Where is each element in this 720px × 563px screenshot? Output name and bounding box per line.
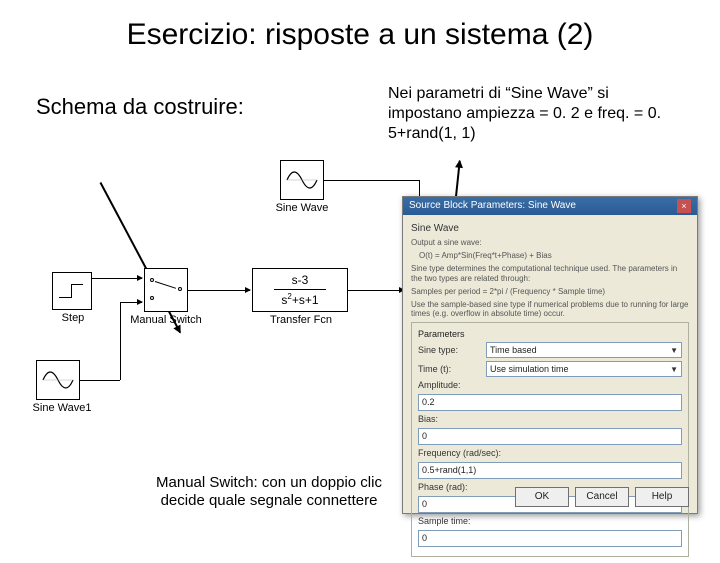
block-step[interactable] [52, 272, 92, 310]
slide-title: Esercizio: risposte a un sistema (2) [0, 18, 720, 52]
wire [188, 290, 250, 291]
schema-subtitle: Schema da costruire: [36, 94, 244, 120]
cancel-button[interactable]: Cancel [575, 487, 629, 507]
dialog-titlebar[interactable]: Source Block Parameters: Sine Wave × [403, 197, 697, 215]
block-transfer-fcn[interactable]: s-3 s2+s+1 [252, 268, 348, 312]
dialog-formula: O(t) = Amp*Sin(Freq*t+Phase) + Bias [419, 251, 689, 260]
step-icon [59, 280, 85, 302]
chevron-down-icon: ▼ [670, 365, 678, 374]
field-input-amplitude[interactable]: 0.2 [418, 394, 682, 411]
block-sine-wave-1-label: Sine Wave1 [30, 402, 94, 414]
sine-wave-parameters-dialog[interactable]: Source Block Parameters: Sine Wave × Sin… [402, 196, 698, 514]
wire [324, 180, 420, 181]
dialog-desc-5: Use the sample-based sine type if numeri… [411, 300, 689, 318]
block-manual-switch-label: Manual Switch [128, 314, 204, 326]
wire [92, 278, 142, 279]
tf-denominator: s2+s+1 [281, 292, 318, 307]
dialog-heading: Sine Wave [411, 223, 689, 234]
help-button[interactable]: Help [635, 487, 689, 507]
chevron-down-icon: ▼ [670, 346, 678, 355]
note-sine-params: Nei parametri di “Sine Wave” si impostan… [388, 84, 678, 144]
dialog-desc-3: Samples per period = 2*pi / (Frequency *… [411, 287, 689, 296]
block-step-label: Step [56, 312, 90, 324]
field-label-bias: Bias: [418, 414, 682, 424]
field-label-time: Time (t): [418, 364, 482, 374]
dialog-body: Sine Wave Output a sine wave: O(t) = Amp… [403, 215, 697, 563]
wire [120, 302, 142, 303]
note-manual-switch: Manual Switch: con un doppio clic decide… [134, 474, 404, 510]
manual-switch-icon [148, 272, 184, 308]
ok-button[interactable]: OK [515, 487, 569, 507]
field-label-sample: Sample time: [418, 516, 682, 526]
field-input-frequency[interactable]: 0.5+rand(1,1) [418, 462, 682, 479]
dialog-desc-output: Output a sine wave: [411, 238, 689, 247]
dialog-title-text: Source Block Parameters: Sine Wave [409, 197, 576, 215]
sine-icon [286, 168, 318, 192]
field-label-sinetype: Sine type: [418, 345, 482, 355]
dialog-button-row: OK Cancel Help [411, 487, 689, 507]
field-label-amplitude: Amplitude: [418, 380, 682, 390]
wire [120, 302, 121, 380]
field-select-sinetype[interactable]: Time based▼ [486, 342, 682, 358]
field-input-sample[interactable]: 0 [418, 530, 682, 547]
tf-fraction-bar [274, 289, 326, 290]
wire [80, 380, 120, 381]
close-icon[interactable]: × [677, 199, 691, 213]
block-sine-wave-label: Sine Wave [262, 202, 342, 214]
dialog-desc-2: Sine type determines the computational t… [411, 264, 689, 282]
dialog-group-label: Parameters [418, 329, 682, 339]
tf-numerator: s-3 [292, 273, 309, 287]
field-label-frequency: Frequency (rad/sec): [418, 448, 682, 458]
sine-icon [42, 368, 74, 392]
dialog-parameters-group: Parameters Sine type: Time based▼ Time (… [411, 322, 689, 557]
field-input-bias[interactable]: 0 [418, 428, 682, 445]
block-transfer-fcn-label: Transfer Fcn [268, 314, 334, 326]
wire [348, 290, 404, 291]
block-sine-wave-1[interactable] [36, 360, 80, 400]
block-sine-wave[interactable] [280, 160, 324, 200]
block-manual-switch[interactable] [144, 268, 188, 312]
field-select-time[interactable]: Use simulation time▼ [486, 361, 682, 377]
